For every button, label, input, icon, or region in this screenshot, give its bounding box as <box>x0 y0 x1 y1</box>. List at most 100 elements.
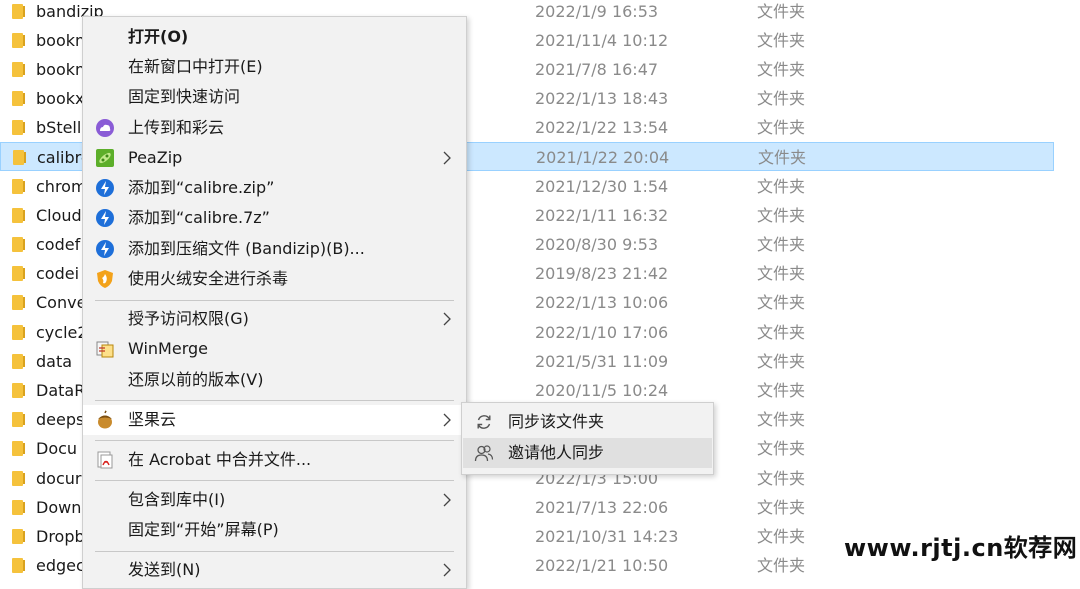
submenu-item-label: 邀请他人同步 <box>508 443 605 462</box>
file-date: 2022/1/13 10:06 <box>535 293 669 312</box>
folder-icon <box>12 266 25 281</box>
menu-separator <box>95 400 454 401</box>
file-date: 2022/1/10 17:06 <box>535 323 669 342</box>
file-date: 2020/8/30 9:53 <box>535 235 659 254</box>
menu-item-label: 发送到(N) <box>128 560 201 579</box>
folder-icon <box>12 179 25 194</box>
menu-item-upload-caiyun[interactable]: 上传到和彩云 <box>83 113 466 143</box>
sync-icon <box>477 415 491 429</box>
file-type: 文件夹 <box>757 352 806 371</box>
menu-item-open[interactable]: 打开(O) <box>83 22 466 52</box>
menu-item-label: 坚果云 <box>128 410 177 429</box>
file-name: Docu <box>36 439 78 458</box>
file-type: 文件夹 <box>757 293 806 312</box>
menu-separator <box>95 480 454 481</box>
folder-icon <box>12 33 25 48</box>
bandizip-icon <box>96 209 114 227</box>
file-date: 2021/11/4 10:12 <box>535 31 669 50</box>
file-date: 2021/12/30 1:54 <box>535 177 669 196</box>
file-type: 文件夹 <box>757 410 806 429</box>
chevron-right-icon <box>443 493 451 507</box>
folder-icon <box>12 237 25 252</box>
file-name: edgec <box>36 556 85 575</box>
file-type: 文件夹 <box>757 2 806 21</box>
menu-item-include-library[interactable]: 包含到库中(I) <box>83 485 466 515</box>
folder-icon <box>12 295 25 310</box>
file-name: Dropb <box>36 527 85 546</box>
menu-item-add-7z[interactable]: 添加到“calibre.7z” <box>83 203 466 233</box>
menu-item-send-to[interactable]: 发送到(N) <box>83 555 466 585</box>
file-date: 2022/1/9 16:53 <box>535 2 659 21</box>
peazip-icon <box>96 149 114 167</box>
file-date: 2021/10/31 14:23 <box>535 527 679 546</box>
menu-item-open-new-window[interactable]: 在新窗口中打开(E) <box>83 52 466 82</box>
file-type: 文件夹 <box>758 148 807 167</box>
menu-item-add-zip[interactable]: 添加到“calibre.zip” <box>83 173 466 203</box>
file-type: 文件夹 <box>757 31 806 50</box>
menu-item-label: PeaZip <box>128 148 183 167</box>
huorong-shield-icon <box>97 270 113 288</box>
menu-item-peazip[interactable]: PeaZip <box>83 143 466 173</box>
file-name: chrom <box>36 177 87 196</box>
file-type: 文件夹 <box>757 264 806 283</box>
jianguoyun-submenu: 同步该文件夹 邀请他人同步 <box>461 402 714 475</box>
file-date: 2022/1/22 13:54 <box>535 118 669 137</box>
menu-item-grant-access[interactable]: 授予访问权限(G) <box>83 304 466 334</box>
submenu-item-sync-folder[interactable]: 同步该文件夹 <box>463 407 712 437</box>
menu-item-label: 上传到和彩云 <box>128 118 225 137</box>
caiyun-cloud-icon <box>96 119 114 137</box>
menu-item-restore-versions[interactable]: 还原以前的版本(V) <box>83 365 466 395</box>
chevron-right-icon <box>443 312 451 326</box>
chevron-right-icon <box>443 151 451 165</box>
file-type: 文件夹 <box>757 439 806 458</box>
file-date: 2021/1/22 20:04 <box>536 148 670 167</box>
file-date: 2021/7/8 16:47 <box>535 60 659 79</box>
menu-item-huorong-scan[interactable]: 使用火绒安全进行杀毒 <box>83 264 466 294</box>
file-type: 文件夹 <box>757 89 806 108</box>
file-date: 2019/8/23 21:42 <box>535 264 669 283</box>
menu-item-label: 使用火绒安全进行杀毒 <box>128 269 289 288</box>
menu-item-label: 包含到库中(I) <box>128 490 226 509</box>
file-type: 文件夹 <box>757 60 806 79</box>
folder-icon <box>12 325 25 340</box>
file-name: Cloud <box>36 206 82 225</box>
menu-item-label: 固定到快速访问 <box>128 87 241 106</box>
menu-item-winmerge[interactable]: WinMerge <box>83 334 466 364</box>
file-name: Conve <box>36 293 87 312</box>
file-date: 2021/5/31 11:09 <box>535 352 669 371</box>
menu-item-label: 打开(O) <box>128 27 189 46</box>
folder-icon <box>12 62 25 77</box>
menu-item-label: WinMerge <box>128 339 208 358</box>
bandizip-icon <box>96 179 114 197</box>
folder-icon <box>12 91 25 106</box>
folder-icon <box>12 4 25 19</box>
watermark-text: www.rjtj.cn软荐网 <box>844 534 1078 562</box>
menu-item-label: 添加到压缩文件 (Bandizip)(B)... <box>128 239 365 258</box>
file-date: 2021/7/13 22:06 <box>535 498 669 517</box>
menu-separator <box>95 551 454 552</box>
file-type: 文件夹 <box>757 381 806 400</box>
submenu-item-label: 同步该文件夹 <box>508 412 605 431</box>
file-type: 文件夹 <box>757 469 806 488</box>
menu-item-label: 固定到“开始”屏幕(P) <box>128 520 279 539</box>
menu-item-label: 在新窗口中打开(E) <box>128 57 263 76</box>
menu-item-label: 在 Acrobat 中合并文件... <box>128 450 312 469</box>
invite-users-icon <box>474 445 494 462</box>
menu-item-jianguoyun[interactable]: 坚果云 <box>83 405 466 435</box>
file-type: 文件夹 <box>757 323 806 342</box>
folder-icon <box>12 208 25 223</box>
menu-item-add-archive[interactable]: 添加到压缩文件 (Bandizip)(B)... <box>83 234 466 264</box>
menu-item-acrobat-merge[interactable]: 在 Acrobat 中合并文件... <box>83 445 466 475</box>
menu-item-pin-quick-access[interactable]: 固定到快速访问 <box>83 82 466 112</box>
file-name: data <box>36 352 73 371</box>
file-name: codei <box>36 264 80 283</box>
winmerge-icon <box>96 341 114 358</box>
menu-item-pin-start[interactable]: 固定到“开始”屏幕(P) <box>83 515 466 545</box>
file-date: 2022/1/13 18:43 <box>535 89 669 108</box>
folder-icon <box>12 441 25 456</box>
folder-icon <box>12 354 25 369</box>
jianguoyun-nut-icon <box>98 410 112 429</box>
menu-item-label: 授予访问权限(G) <box>128 309 249 328</box>
file-name: bookx <box>36 89 85 108</box>
submenu-item-invite-users[interactable]: 邀请他人同步 <box>463 438 712 468</box>
